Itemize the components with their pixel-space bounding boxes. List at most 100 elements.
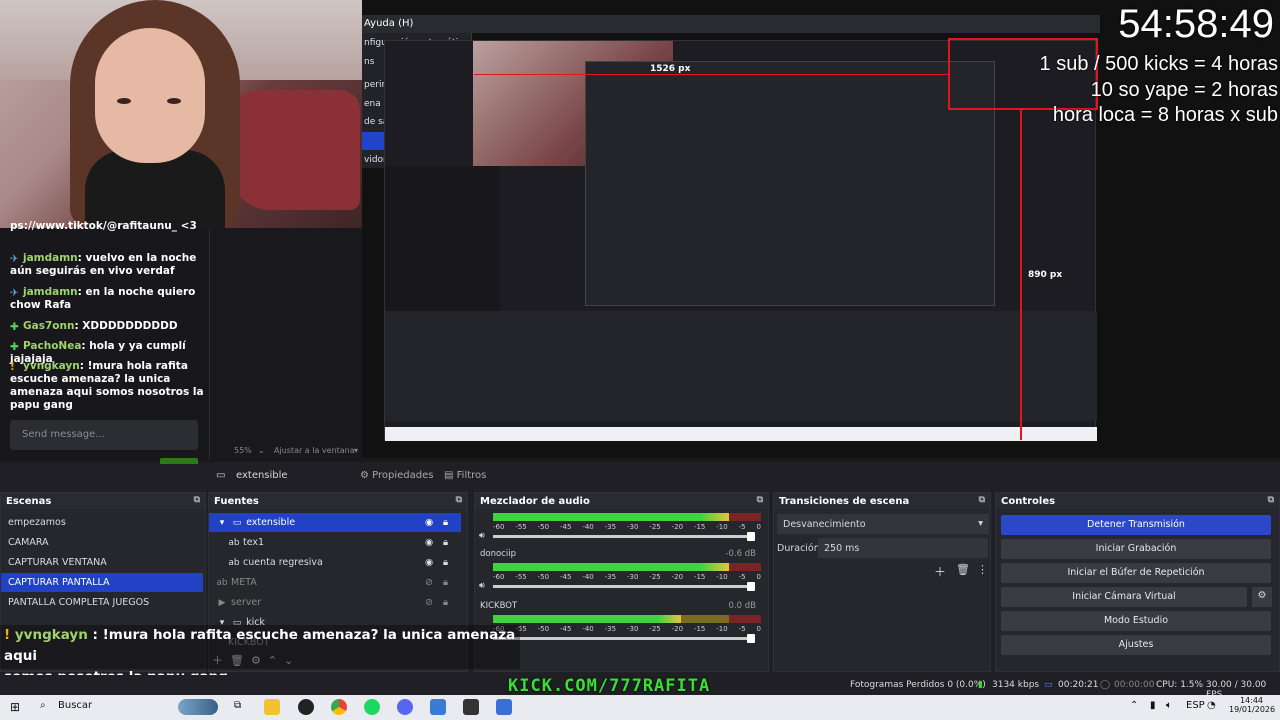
channel-name: donociip bbox=[480, 549, 516, 559]
chevron-down-icon[interactable]: ⌄ bbox=[258, 446, 265, 455]
preview-area[interactable]: Ayuda (H) nfiguración automática ns peri… bbox=[0, 0, 1280, 480]
meter-tick: -30 bbox=[626, 523, 639, 531]
guide-label: 890 px bbox=[1028, 270, 1063, 280]
live-time: 00:20:21 bbox=[1058, 680, 1099, 690]
record-time: 00:00:00 bbox=[1114, 680, 1155, 690]
task-view-icon[interactable]: ⧉ bbox=[234, 700, 241, 711]
lock-icon: 🔒︎ bbox=[443, 557, 449, 568]
text-icon: ab bbox=[216, 578, 228, 588]
meter-tick: -50 bbox=[537, 625, 550, 633]
app-icon[interactable] bbox=[430, 699, 446, 715]
dock-title: Fuentes bbox=[214, 496, 259, 507]
wifi-icon[interactable]: ◔ bbox=[1207, 700, 1216, 711]
source-icon: ▭ bbox=[216, 470, 226, 481]
signal-icon: ▮ bbox=[978, 680, 983, 690]
chat-message: ! yvngkayn: !mura hola rafita escuche ame… bbox=[10, 360, 204, 411]
language-indicator[interactable]: ESP bbox=[1186, 700, 1205, 711]
transition-select[interactable]: Desvanecimiento ▾ bbox=[777, 514, 989, 534]
stream-icon: ▭ bbox=[1044, 680, 1053, 690]
meter-tick: -50 bbox=[537, 523, 550, 531]
meter-tick: -20 bbox=[671, 625, 684, 633]
source-item[interactable]: ab cuenta regresiva ◉ 🔒︎ bbox=[209, 553, 461, 572]
countdown-timer: 54:58:49 bbox=[1118, 2, 1274, 46]
volume-slider[interactable] bbox=[493, 634, 755, 643]
file-explorer-icon[interactable] bbox=[264, 699, 280, 715]
volume-meter bbox=[493, 563, 761, 571]
obs-icon[interactable] bbox=[298, 699, 314, 715]
gear-icon[interactable]: ⚙ bbox=[1252, 587, 1272, 607]
start-recording-button[interactable]: Iniciar Grabación bbox=[1001, 539, 1271, 559]
volume-meter bbox=[493, 513, 761, 521]
zoom-level[interactable]: 55% bbox=[234, 446, 252, 455]
shield-icon[interactable] bbox=[463, 699, 479, 715]
stop-stream-button[interactable]: Detener Transmisión bbox=[1001, 515, 1271, 535]
discord-icon[interactable] bbox=[397, 699, 413, 715]
widget-icon[interactable] bbox=[178, 699, 218, 715]
meter-tick: -5 bbox=[738, 625, 746, 633]
taskbar-search[interactable]: Buscar bbox=[58, 700, 92, 711]
scene-item-selected[interactable]: CAPTURAR PANTALLA bbox=[1, 573, 203, 592]
chat-message: ✚ Gas7onn: XDDDDDDDDDD bbox=[10, 320, 178, 333]
filters-button[interactable]: ▤ Filtros bbox=[444, 470, 486, 481]
chat-overlay: ! yvngkayn : !mura hola rafita escuche a… bbox=[0, 625, 520, 685]
text-icon: ab bbox=[228, 558, 240, 568]
virtual-camera-button[interactable]: Iniciar Cámara Virtual bbox=[1001, 587, 1247, 607]
spotify-icon[interactable] bbox=[364, 699, 380, 715]
scene-item[interactable]: PANTALLA COMPLETA JUEGOS bbox=[1, 593, 207, 612]
clock[interactable]: 14:44 19/01/2026 bbox=[1229, 696, 1275, 714]
scene-item[interactable]: CAMARA bbox=[1, 533, 207, 552]
meter-tick: -15 bbox=[693, 573, 706, 581]
speaker-icon[interactable]: 🔊︎ bbox=[479, 531, 485, 541]
source-item[interactable]: ab META ⊘ 🔒︎ bbox=[209, 573, 461, 592]
properties-button[interactable]: ⚙ Propiedades bbox=[360, 470, 433, 481]
more-icon[interactable]: ⋮ bbox=[977, 563, 988, 576]
meter-tick: -45 bbox=[559, 625, 572, 633]
meter-tick: -25 bbox=[649, 573, 661, 581]
meter-tick: -20 bbox=[671, 573, 684, 581]
zoom-mode[interactable]: Ajustar a la ventana bbox=[274, 446, 355, 455]
chevron-up-icon[interactable]: ⌃ bbox=[1130, 700, 1138, 711]
nested-menubar: Ayuda (H) bbox=[362, 15, 1100, 33]
source-item[interactable]: ab tex1 ◉ 🔒︎ bbox=[209, 533, 461, 552]
speaker-icon[interactable]: 🔊︎ bbox=[479, 581, 485, 591]
windows-start-icon[interactable]: ⊞ bbox=[10, 700, 20, 714]
meter-tick: -25 bbox=[649, 523, 661, 531]
channel-db: -0.6 dB bbox=[725, 549, 756, 559]
nested-chat bbox=[385, 166, 500, 311]
source-item[interactable]: ▶ server ⊘ 🔒︎ bbox=[209, 593, 461, 612]
meter-tick: -5 bbox=[738, 573, 746, 581]
subathon-rules: 1 sub / 500 kicks = 4 horas 10 so yape =… bbox=[1040, 52, 1278, 129]
nested-taskbar bbox=[385, 427, 1097, 441]
chat-input[interactable]: Send message... bbox=[10, 420, 198, 450]
chrome-icon[interactable] bbox=[331, 699, 347, 715]
chevron-down-icon: ▾ bbox=[219, 518, 225, 528]
scene-item[interactable]: CAPTURAR VENTANA bbox=[1, 553, 207, 572]
replay-buffer-button[interactable]: Iniciar el Búfer de Repetición bbox=[1001, 563, 1271, 583]
volume-icon[interactable]: 🔈︎ bbox=[1166, 700, 1172, 711]
studio-mode-button[interactable]: Modo Estudio bbox=[1001, 611, 1271, 631]
meter-fill bbox=[493, 513, 729, 521]
chevron-down-icon[interactable]: ▾ bbox=[354, 446, 358, 455]
scene-item[interactable]: empezamos bbox=[1, 513, 207, 532]
guide-line bbox=[1020, 110, 1022, 440]
volume-slider[interactable] bbox=[493, 532, 755, 541]
meter-tick: -15 bbox=[693, 523, 706, 531]
calculator-icon[interactable] bbox=[496, 699, 512, 715]
source-group-extensible[interactable]: ▾ ▭ extensible ◉ 🔒︎ bbox=[209, 513, 461, 532]
rule-line: hora loca = 8 horas x sub bbox=[1052, 104, 1278, 126]
add-icon[interactable]: ＋ bbox=[934, 563, 946, 580]
settings-button[interactable]: Ajustes bbox=[1001, 635, 1271, 655]
trash-icon[interactable]: 🗑︎ bbox=[956, 563, 970, 576]
network-icon[interactable]: ▮ bbox=[1150, 700, 1156, 711]
meter-ticks: -60 -55 -50 -45 -40 -35 -30 -25 -20 -15 -10 -5 0 bbox=[493, 625, 761, 633]
eye-icon: ◉ bbox=[425, 537, 434, 548]
lock-icon: 🔒︎ bbox=[443, 517, 449, 528]
meter-tick: 0 bbox=[756, 573, 761, 581]
search-icon[interactable]: ⌕ bbox=[40, 700, 46, 711]
volume-slider[interactable] bbox=[493, 582, 755, 591]
eye-icon: ◉ bbox=[425, 517, 434, 528]
selected-source-name: extensible bbox=[236, 470, 288, 481]
meter-tick: -25 bbox=[649, 625, 661, 633]
duration-input[interactable]: 250 ms bbox=[818, 538, 988, 558]
text-icon: ab bbox=[228, 538, 240, 548]
